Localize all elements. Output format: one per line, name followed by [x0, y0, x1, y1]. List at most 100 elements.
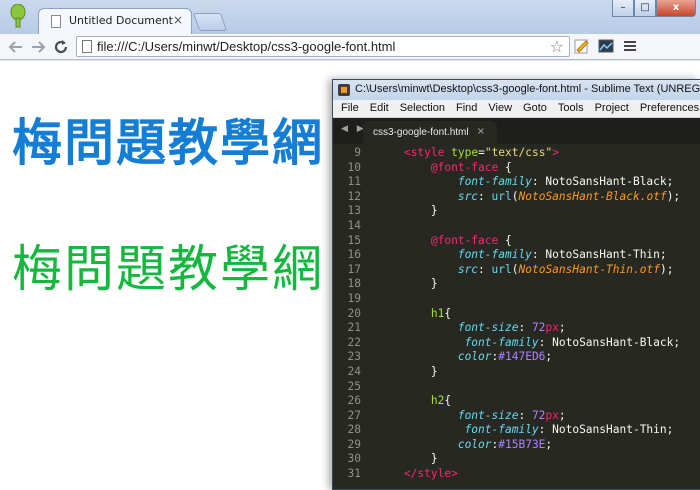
- screenshot-extension-icon[interactable]: [598, 38, 614, 54]
- reload-icon[interactable]: [53, 39, 69, 55]
- maximize-button[interactable]: □: [634, 0, 656, 17]
- editor-titlebar: C:\Users\minwt\Desktop\css3-google-font.…: [333, 80, 700, 100]
- code-line: 12 src: url(NotoSansHant-Black.otf);: [333, 190, 700, 205]
- line-number: 31: [347, 467, 361, 481]
- code-line: 27 font-size: 72px;: [333, 409, 700, 424]
- editor-window-title: C:\Users\minwt\Desktop\css3-google-font.…: [355, 83, 700, 95]
- code-line: 16 font-family: NotoSansHant-Thin;: [333, 248, 700, 263]
- url-text[interactable]: file:///C:/Users/minwt/Desktop/css3-goog…: [97, 37, 395, 57]
- menu-item-view[interactable]: View: [488, 102, 512, 114]
- code-line: 26 h2{: [333, 394, 700, 409]
- code-line: 30 }: [333, 452, 700, 467]
- code-line: 23 color:#147ED6;: [333, 350, 700, 365]
- code-text: src: url(NotoSansHant-Black.otf);: [457, 189, 681, 203]
- code-text: @font-face {: [430, 233, 512, 247]
- line-number: 15: [347, 233, 361, 247]
- heading-h2: 梅問題教學網: [12, 240, 324, 298]
- code-text: font-family: NotoSansHant-Thin;: [464, 423, 674, 437]
- menu-item-file[interactable]: File: [341, 102, 359, 114]
- code-line: 17 src: url(NotoSansHant-Thin.otf);: [333, 263, 700, 278]
- line-number: 30: [347, 452, 361, 466]
- code-text: h1{: [430, 306, 452, 320]
- code-line: 25: [333, 380, 700, 395]
- code-text: font-family: NotoSansHant-Thin;: [457, 248, 667, 262]
- code-text: h2{: [430, 394, 452, 408]
- code-text: color:#15B73E;: [457, 437, 553, 451]
- menu-icon[interactable]: [622, 38, 638, 54]
- code-editor[interactable]: 9 <style type="text/css"> 10 @font-face {…: [333, 146, 700, 489]
- code-text: </style>: [403, 467, 458, 481]
- line-number: 10: [347, 160, 361, 174]
- code-line: 11 font-family: NotoSansHant-Black;: [333, 175, 700, 190]
- code-text: font-size: 72px;: [457, 408, 566, 422]
- line-number: 20: [347, 306, 361, 320]
- menu-item-selection[interactable]: Selection: [400, 102, 445, 114]
- code-line: 19: [333, 292, 700, 307]
- forward-icon[interactable]: [30, 39, 46, 55]
- line-number: 14: [347, 218, 361, 232]
- code-text: <style type="text/css">: [403, 146, 559, 159]
- line-number: 12: [347, 189, 361, 203]
- line-number: 22: [347, 335, 361, 349]
- code-line: 24 }: [333, 365, 700, 380]
- bookmark-star-icon[interactable]: ☆: [550, 37, 564, 57]
- code-line: 9 <style type="text/css">: [333, 146, 700, 161]
- line-number: 16: [347, 248, 361, 262]
- code-line: 20 h1{: [333, 307, 700, 322]
- edit-page-icon[interactable]: [574, 38, 590, 54]
- browser-profile-icon[interactable]: [10, 4, 26, 28]
- new-tab-button[interactable]: [192, 13, 228, 31]
- code-line: 28 font-family: NotoSansHant-Thin;: [333, 423, 700, 438]
- line-number: 21: [347, 321, 361, 335]
- menu-list: File Edit Selection Find View Goto Tools Projec…: [341, 102, 700, 114]
- editor-menubar: File Edit Selection Find View Goto Tools Projec…: [333, 100, 700, 118]
- code-text: }: [377, 364, 438, 378]
- line-number: 26: [347, 394, 361, 408]
- code-text: }: [377, 452, 438, 466]
- line-number: 23: [347, 350, 361, 364]
- code-line: 18 }: [333, 277, 700, 292]
- menu-item-goto[interactable]: Goto: [523, 102, 547, 114]
- address-bar[interactable]: file:///C:/Users/minwt/Desktop/css3-goog…: [76, 36, 570, 57]
- menu-item-find[interactable]: Find: [456, 102, 477, 114]
- page-icon: [82, 40, 92, 53]
- editor-tab[interactable]: css3-google-font.html ×: [363, 121, 497, 144]
- browser-toolbar: file:///C:/Users/minwt/Desktop/css3-goog…: [0, 34, 700, 60]
- tab-title: Untitled Document: [69, 14, 173, 27]
- code-text: @font-face {: [430, 160, 512, 174]
- document-icon: [51, 15, 61, 28]
- line-number: 13: [347, 204, 361, 218]
- code-line: 13 }: [333, 204, 700, 219]
- editor-tabbar: ◀ ▶ css3-google-font.html ×: [333, 118, 700, 144]
- sublime-text-window: C:\Users\minwt\Desktop\css3-google-font.…: [332, 79, 700, 490]
- close-window-button[interactable]: x: [656, 0, 696, 17]
- line-number: 19: [347, 291, 361, 305]
- browser-tab[interactable]: Untitled Document ×: [38, 8, 192, 34]
- code-text: font-family: NotoSansHant-Black;: [464, 335, 681, 349]
- code-text: font-family: NotoSansHant-Black;: [457, 175, 674, 189]
- menu-item-edit[interactable]: Edit: [370, 102, 389, 114]
- editor-tab-close-icon[interactable]: ×: [477, 126, 485, 137]
- code-text: color:#147ED6;: [457, 350, 553, 364]
- code-line: 22 font-family: NotoSansHant-Black;: [333, 336, 700, 351]
- tab-close-icon[interactable]: ×: [173, 13, 183, 27]
- minimize-button[interactable]: –: [612, 0, 634, 17]
- code-line: 31 </style>: [333, 467, 700, 482]
- heading-h1: 梅問題教學網: [12, 114, 324, 172]
- line-number: 25: [347, 379, 361, 393]
- menu-item-tools[interactable]: Tools: [558, 102, 584, 114]
- window-controls: – □ x: [612, 0, 696, 18]
- tab-strip: Untitled Document × – □ x: [0, 0, 700, 34]
- code-line: 29 color:#15B73E;: [333, 438, 700, 453]
- line-number: 18: [347, 277, 361, 291]
- code-line: 10 @font-face {: [333, 161, 700, 176]
- menu-item-preferences[interactable]: Preferences: [640, 102, 699, 114]
- line-number: 24: [347, 364, 361, 378]
- line-number: 17: [347, 262, 361, 276]
- code-text: }: [377, 277, 438, 291]
- code-text: }: [377, 204, 438, 218]
- menu-item-project[interactable]: Project: [595, 102, 629, 114]
- code-line: 14: [333, 219, 700, 234]
- back-icon[interactable]: [8, 39, 24, 55]
- line-number: 9: [354, 146, 361, 159]
